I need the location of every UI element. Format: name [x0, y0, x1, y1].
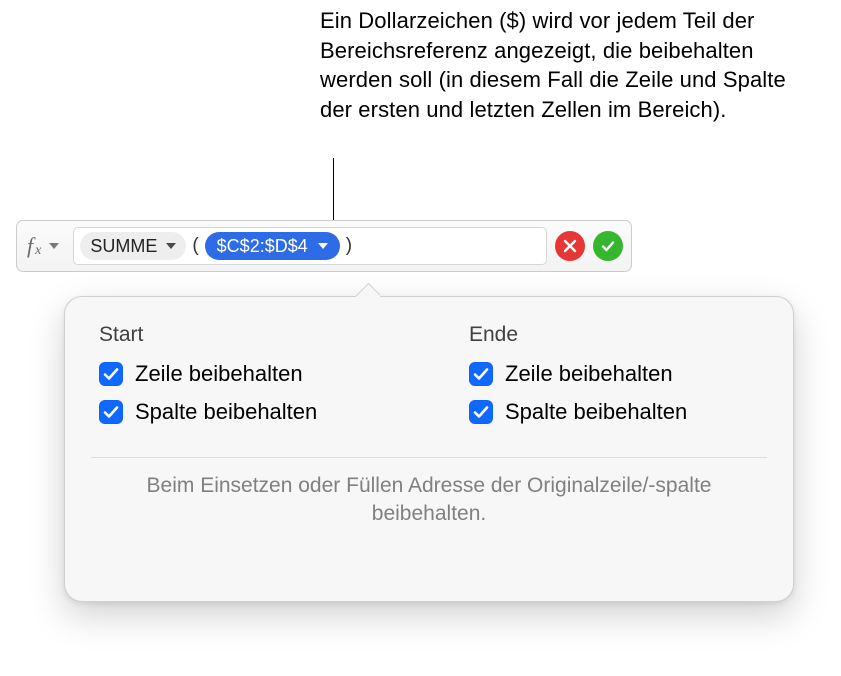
end-keep-col-label: Spalte beibehalten: [505, 399, 687, 425]
checkmark-icon: [600, 238, 616, 254]
range-token[interactable]: $C$2:$D$4: [205, 232, 340, 260]
start-title: Start: [99, 323, 389, 347]
start-column: Start Zeile beibehalten Spalte beibehalt…: [99, 323, 389, 437]
annotation-text: Ein Dollarzeichen ($) wird vor jedem Tei…: [320, 6, 800, 125]
fx-menu[interactable]: f x: [25, 233, 67, 259]
end-title: Ende: [469, 323, 759, 347]
formula-content[interactable]: SUMME ( $C$2:$D$4 ): [73, 227, 547, 265]
fx-icon: f: [27, 233, 33, 259]
function-token-label: SUMME: [90, 236, 157, 257]
chevron-down-icon: [318, 243, 328, 249]
popover-separator: [91, 457, 767, 458]
checkbox-checked-icon: [99, 400, 123, 424]
chevron-down-icon: [49, 243, 59, 249]
chevron-down-icon: [166, 243, 176, 249]
close-paren: ): [346, 235, 352, 257]
accept-button[interactable]: [593, 231, 623, 261]
end-column: Ende Zeile beibehalten Spalte beibehalte…: [469, 323, 759, 437]
end-keep-row-label: Zeile beibehalten: [505, 361, 673, 387]
start-keep-row-label: Zeile beibehalten: [135, 361, 303, 387]
start-keep-col[interactable]: Spalte beibehalten: [99, 399, 389, 425]
checkbox-checked-icon: [469, 362, 493, 386]
function-token[interactable]: SUMME: [80, 232, 186, 260]
checkbox-checked-icon: [99, 362, 123, 386]
checkbox-checked-icon: [469, 400, 493, 424]
reference-options-popover: Start Zeile beibehalten Spalte beibehalt…: [64, 296, 794, 602]
popover-note: Beim Einsetzen oder Füllen Adresse der O…: [99, 472, 759, 529]
open-paren: (: [192, 235, 198, 257]
cancel-button[interactable]: [555, 231, 585, 261]
fx-sub-icon: x: [35, 243, 41, 259]
start-keep-row[interactable]: Zeile beibehalten: [99, 361, 389, 387]
end-keep-col[interactable]: Spalte beibehalten: [469, 399, 759, 425]
start-keep-col-label: Spalte beibehalten: [135, 399, 317, 425]
close-icon: [562, 238, 578, 254]
formula-bar: f x SUMME ( $C$2:$D$4 ): [16, 220, 632, 272]
end-keep-row[interactable]: Zeile beibehalten: [469, 361, 759, 387]
range-token-label: $C$2:$D$4: [217, 236, 308, 257]
